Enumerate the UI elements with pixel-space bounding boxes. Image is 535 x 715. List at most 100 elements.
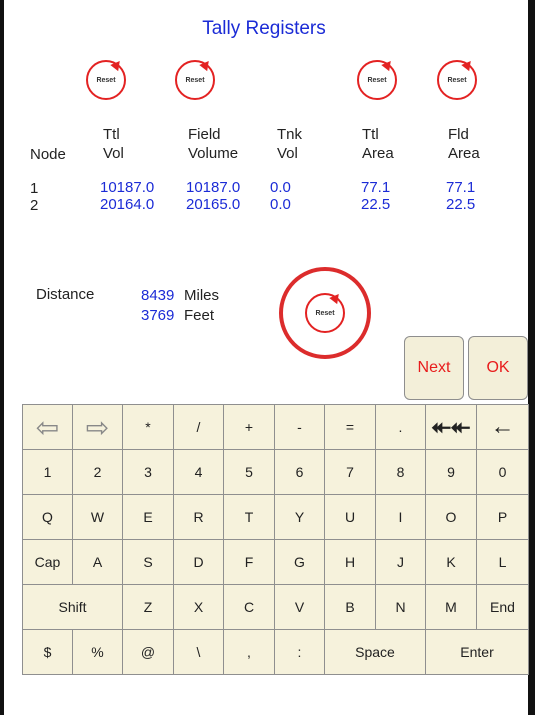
key-c[interactable]: C [223,584,275,630]
double-backspace-key[interactable]: ⯬⯬ [425,404,477,450]
screen-border [0,0,4,715]
space-key[interactable]: Space [324,629,426,675]
header-fld-area-line2: Area [448,145,480,162]
key-period[interactable]: . [375,404,426,450]
header-ttl-area-line1: Ttl [362,126,379,143]
keyboard-row: $ % @ \ , : Space Enter [22,629,529,675]
key-0[interactable]: 0 [476,449,529,495]
key-k[interactable]: K [425,539,477,585]
key-t[interactable]: T [223,494,275,540]
keyboard-row: Shift Z X C V B N M End [22,584,529,630]
reset-distance-button[interactable]: Reset [305,290,345,333]
key-at[interactable]: @ [122,629,174,675]
key-v[interactable]: V [274,584,325,630]
key-a[interactable]: A [72,539,123,585]
caps-key[interactable]: Cap [22,539,73,585]
reset-field-volume-button[interactable]: Reset [175,57,215,100]
key-6[interactable]: 6 [274,449,325,495]
key-z[interactable]: Z [122,584,174,630]
reset-ttl-vol-button[interactable]: Reset [86,57,126,100]
key-9[interactable]: 9 [425,449,477,495]
key-minus[interactable]: - [274,404,325,450]
reset-fld-area-button[interactable]: Reset [437,57,477,100]
key-dollar[interactable]: $ [22,629,73,675]
tnk-vol-value: 0.0 [270,196,291,213]
key-plus[interactable]: + [223,404,275,450]
header-fld-area: Fld Area [448,125,480,163]
field-volume-value: 20165.0 [186,196,241,213]
header-field-volume: Field Volume [188,125,238,163]
key-e[interactable]: E [122,494,174,540]
reset-label: Reset [185,76,205,84]
enter-key[interactable]: Enter [425,629,529,675]
key-8[interactable]: 8 [375,449,426,495]
key-o[interactable]: O [425,494,477,540]
distance-miles-unit: Miles [184,287,220,304]
key-s[interactable]: S [122,539,174,585]
reset-label: Reset [315,309,335,317]
key-h[interactable]: H [324,539,376,585]
page-title: Tally Registers [202,18,326,39]
header-fld-area-line1: Fld [448,126,469,143]
key-x[interactable]: X [173,584,224,630]
key-backslash[interactable]: \ [173,629,224,675]
arrow-left-key[interactable]: ⇦ [22,404,73,450]
key-r[interactable]: R [173,494,224,540]
reset-label: Reset [447,76,467,84]
key-3[interactable]: 3 [122,449,174,495]
header-ttl-area: Ttl Area [362,125,394,163]
header-node: Node [30,146,66,163]
backspace-key[interactable]: ← [476,404,529,450]
end-key[interactable]: End [476,584,529,630]
field-volume-value: 10187.0 [186,179,241,196]
key-l[interactable]: L [476,539,529,585]
key-5[interactable]: 5 [223,449,275,495]
header-tnk-vol-line2: Vol [277,145,298,162]
key-d[interactable]: D [173,539,224,585]
ttl-area-value: 77.1 [361,179,391,196]
keyboard-row: 1 2 3 4 5 6 7 8 9 0 [22,449,529,495]
key-slash[interactable]: / [173,404,224,450]
key-q[interactable]: Q [22,494,73,540]
header-field-volume-line2: Volume [188,145,239,162]
header-ttl-vol: Ttl Vol [103,125,124,163]
arrow-right-key[interactable]: ⇨ [72,404,123,450]
key-i[interactable]: I [375,494,426,540]
header-ttl-area-line2: Area [362,145,394,162]
key-u[interactable]: U [324,494,376,540]
header-tnk-vol-line1: Tnk [277,126,303,143]
key-g[interactable]: G [274,539,325,585]
shift-key[interactable]: Shift [22,584,123,630]
distance-feet-unit: Feet [184,307,215,324]
key-comma[interactable]: , [223,629,275,675]
reset-label: Reset [367,76,387,84]
key-1[interactable]: 1 [22,449,73,495]
key-n[interactable]: N [375,584,426,630]
distance-feet-value: 3769 [141,307,175,324]
keyboard-row: Q W E R T Y U I O P [22,494,529,540]
key-f[interactable]: F [223,539,275,585]
key-equals[interactable]: = [324,404,376,450]
key-7[interactable]: 7 [324,449,376,495]
key-colon[interactable]: : [274,629,325,675]
key-p[interactable]: P [476,494,529,540]
key-m[interactable]: M [425,584,477,630]
key-b[interactable]: B [324,584,376,630]
ok-button[interactable]: OK [468,336,528,400]
distance-label: Distance [36,286,95,303]
keyboard-row: Cap A S D F G H J K L [22,539,529,585]
next-button[interactable]: Next [404,336,464,400]
key-percent[interactable]: % [72,629,123,675]
key-asterisk[interactable]: * [122,404,174,450]
key-4[interactable]: 4 [173,449,224,495]
key-j[interactable]: J [375,539,426,585]
ttl-vol-value: 20164.0 [100,196,155,213]
ttl-area-value: 22.5 [361,196,391,213]
reset-ttl-area-button[interactable]: Reset [357,57,397,100]
fld-area-value: 77.1 [446,179,476,196]
reset-label: Reset [96,76,116,84]
key-y[interactable]: Y [274,494,325,540]
key-2[interactable]: 2 [72,449,123,495]
key-w[interactable]: W [72,494,123,540]
node-id: 1 [30,180,39,197]
